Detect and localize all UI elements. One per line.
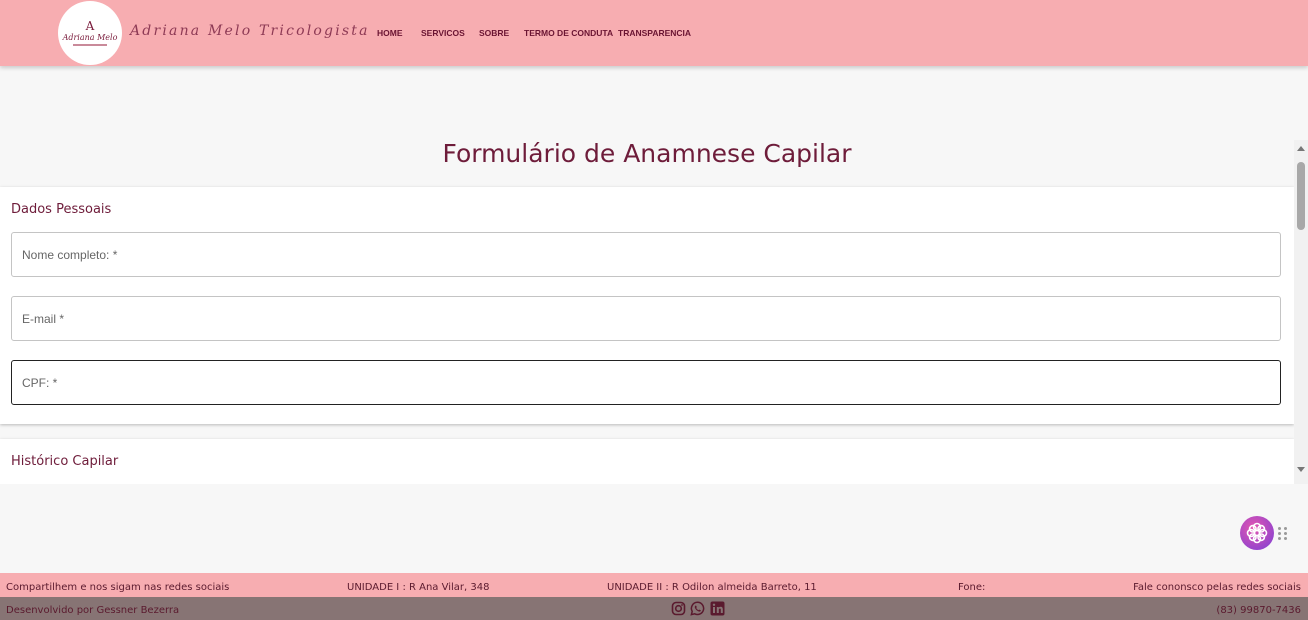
personal-data-card: Dados Pessoais [0,187,1294,424]
footer-phone-label: Fone: [958,582,986,593]
nav-about[interactable]: SOBRE [479,28,509,38]
footer-share-text: Compartilhem e nos sigam nas redes socia… [6,582,230,593]
footer-phone-number: (83) 99870-7436 [1216,605,1301,616]
nav-transparency[interactable]: TRANSPARENCIA [618,28,691,38]
personal-data-title: Dados Pessoais [11,202,112,217]
hair-history-title: Histórico Capilar [11,454,119,469]
linkedin-icon[interactable] [710,601,725,616]
logo[interactable]: A Adriana Melo [58,1,122,65]
scroll-down-arrow-icon[interactable] [1297,467,1305,472]
anamnesis-form: Dados Pessoais Histórico Capilar [0,140,1294,484]
email-field[interactable] [11,296,1281,341]
footer-developer-credit: Desenvolvido por Gessner Bezerra [6,605,180,616]
footer-contact-text: Fale cononsco pelas redes sociais [1133,582,1301,593]
footer-unit-2: UNIDADE II : R Odilon almeida Barreto, 1… [607,582,817,593]
nav-services[interactable]: SERVICOS [421,28,465,38]
footer-info-bar: Compartilhem e nos sigam nas redes socia… [0,573,1308,597]
accessibility-widget-button[interactable] [1240,516,1274,550]
logo-mark: A [85,19,95,33]
instagram-icon[interactable] [671,601,686,616]
whatsapp-icon[interactable] [690,601,705,616]
scrollbar-thumb[interactable] [1297,162,1305,230]
nav-home[interactable]: HOME [377,28,403,38]
cpf-input[interactable] [22,361,1262,404]
cpf-field[interactable] [11,360,1281,405]
hair-history-card: Histórico Capilar [0,439,1294,484]
brand-text[interactable]: Adriana Melo Tricologista [130,23,370,39]
drag-handle-icon[interactable] [1278,527,1288,541]
scroll-up-arrow-icon[interactable] [1297,146,1305,151]
navbar: A Adriana Melo Adriana Melo Tricologista… [0,0,1308,66]
full-name-field[interactable] [11,232,1281,277]
form-scrollbar[interactable] [1294,140,1308,484]
logo-underline [73,44,107,46]
flower-icon [1246,522,1268,544]
full-name-input[interactable] [22,233,1262,276]
email-input[interactable] [22,297,1262,340]
footer-bottom-bar: Desenvolvido por Gessner Bezerra (83) 99… [0,597,1308,620]
nav-conduct[interactable]: TERMO DE CONDUTA [524,28,613,38]
footer-unit-1: UNIDADE I : R Ana Vilar, 348 [347,582,490,593]
logo-name: Adriana Melo [62,33,118,42]
